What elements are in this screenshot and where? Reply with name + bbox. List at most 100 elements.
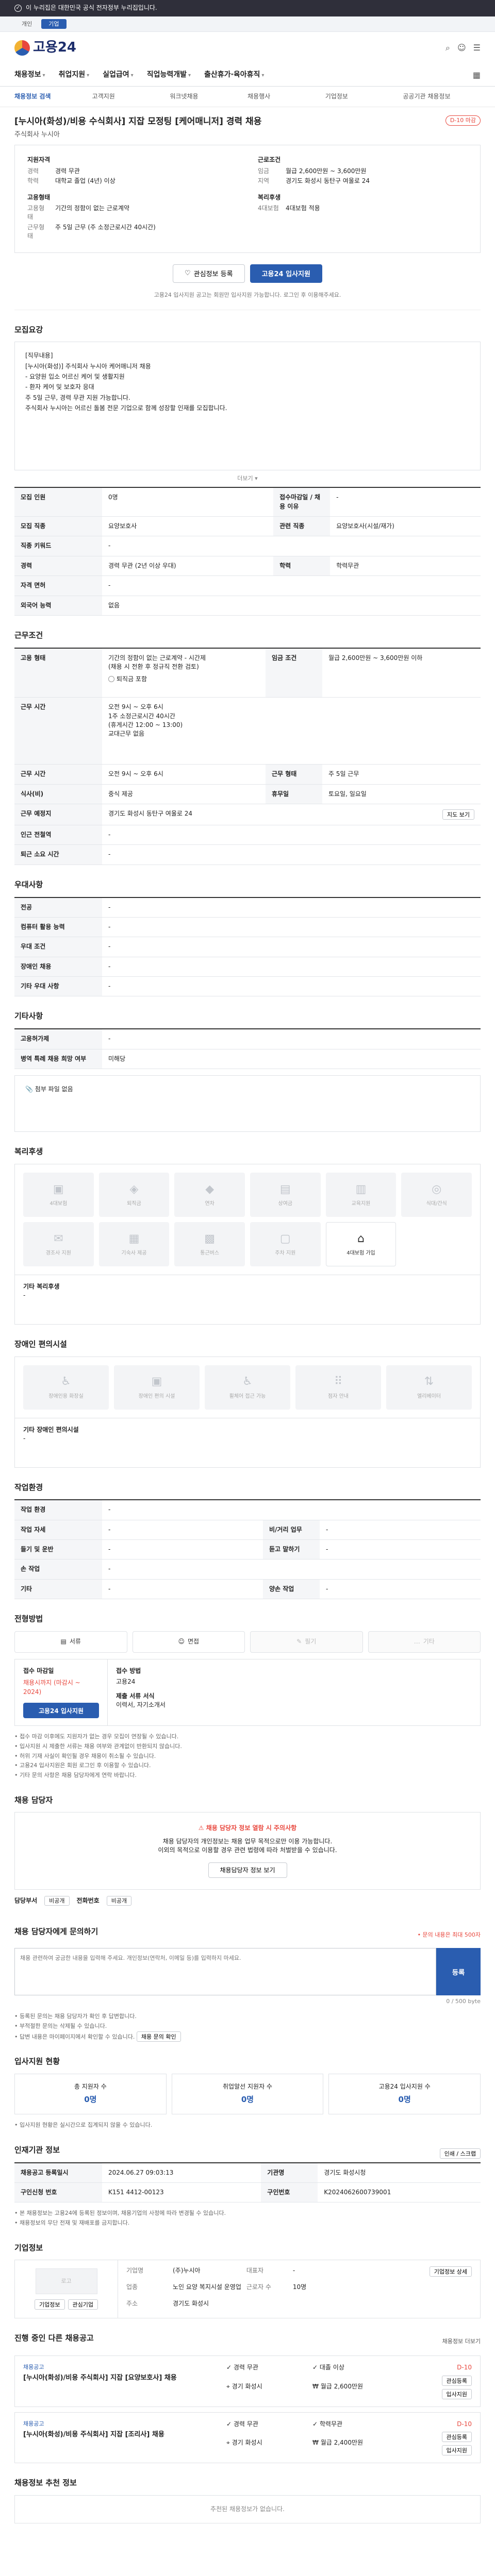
site-logo[interactable]: 고용24 [14, 38, 76, 58]
subnav-item[interactable]: 고객지원 [92, 92, 170, 101]
welfare-section: 복리후생 ▣ 4대보험 ◈ 퇴직금 ◆ 연차 ▤ 상여금 ▥ 교육지원 ◎ 식대/간식 ✉ 경… [14, 1132, 481, 1325]
more-link[interactable]: 더보기 ▾ [14, 470, 481, 487]
empty-state: 추천된 채용정보가 없습니다. [14, 2495, 481, 2524]
inquiry-check-button[interactable]: 채용 문의 확인 [136, 2031, 181, 2042]
extra-value: - [23, 1292, 26, 1299]
corp-detail-button[interactable]: 기업정보 상세 [429, 2266, 472, 2277]
nav-item-leave[interactable]: 출산휴가·육아휴직 ▾ [204, 70, 264, 80]
job-tag: 채용공고 [23, 2364, 44, 2371]
body-line: 주식회사 누시아는 어르신 돌봄 전문 기업으로 함께 성장할 인재를 모집합니… [25, 404, 227, 412]
map-button[interactable]: 지도 보기 [442, 809, 474, 820]
row-key: 작업 자세 [14, 1520, 102, 1540]
deadline-badge: D-10 마감 [445, 115, 481, 126]
apply-button-2[interactable]: 고용24 입사지원 [23, 1703, 99, 1719]
row-value: 없음 [102, 596, 481, 616]
job-interest-button[interactable]: 관심등록 [441, 2375, 472, 2386]
welfare-item: ▦ 기숙사 제공 [98, 1222, 170, 1266]
corp-logo-box: 로고 기업정보 관심기업 [15, 2260, 118, 2318]
row-value: - [102, 897, 481, 918]
summary-heading: 고용형태 [27, 193, 51, 201]
corp-info-button[interactable]: 기업정보 [35, 2299, 65, 2310]
flag-icon: ✓ [14, 5, 22, 12]
section-title: 작업환경 [14, 1482, 43, 1492]
segment-company[interactable]: 기업 [41, 19, 67, 29]
section-title: 모집요강 [14, 325, 43, 334]
job-apply-button[interactable]: 입사지원 [441, 2445, 472, 2455]
nav-item-training[interactable]: 직업능력개발 ▾ [147, 70, 191, 80]
job-card[interactable]: 채용공고 [누시아(화성)/비용 주식회사] 지잡 [조리사] 채용 ✓ 경력 … [14, 2412, 481, 2463]
bus-icon: ▩ [204, 1232, 216, 1245]
job-card[interactable]: 채용공고 [누시아(화성)/비용 주식회사] 지잡 [요양보호사] 채용 ✓ 경… [14, 2355, 481, 2407]
row-key: 양손 작업 [263, 1579, 320, 1600]
attachment-box: 📎 첨부 파일 없음 [14, 1075, 481, 1132]
document-icon: ▤ [60, 1638, 67, 1646]
job-title: [누시아(화성)/비용 수식회사] 지잡 모정팅 [케어매니저] 경력 채용 [14, 116, 262, 127]
welfare-item: ▥ 교육지원 [325, 1172, 397, 1217]
welfare-grid: ▣ 4대보험 ◈ 퇴직금 ◆ 연차 ▤ 상여금 ▥ 교육지원 ◎ 식대/간식 ✉ 경조사 지원… [14, 1163, 481, 1275]
summary-left: 지원자격 경력 경력 무관 학력 대학교 졸업 (4년) 이상 고용형태 고용형태 기… [27, 156, 237, 242]
job-attr: ₩ 월급 2,400만원 [312, 2439, 364, 2447]
view-contact-button[interactable]: 채용담당자 정보 보기 [208, 1862, 287, 1878]
segment-personal[interactable]: 개인 [14, 19, 39, 29]
menu-icon[interactable]: ☰ [473, 42, 481, 54]
job-card-title[interactable]: [누시아(화성)/비용 주식회사] 지잡 [요양보호사] 채용 [23, 2374, 218, 2383]
contact-section: 채용 담당자 ⚠ 채용 담당자 정보 열람 시 주의사항 채용 담당자의 개인정… [14, 1781, 481, 1912]
row-value: - [102, 575, 481, 596]
row-key: 컴퓨터 활용 능력 [14, 917, 102, 938]
section-title: 기타사항 [14, 1011, 43, 1021]
row-key: 장애인 채용 [14, 957, 102, 977]
inquiry-guide: • 문의 내용은 최대 500자 [417, 1931, 481, 1939]
subnav-item[interactable]: 워크넷채용 [170, 92, 248, 101]
insurance-note: 퇴직금 포함 [117, 675, 147, 683]
section-title: 기업정보 [14, 2243, 43, 2252]
row-key: 모집 인원 [14, 487, 102, 517]
corp-interest-button[interactable]: 관심기업 [68, 2299, 98, 2310]
nav-item-support[interactable]: 취업지원 ▾ [59, 70, 90, 80]
location-icon: ⌖ [226, 2439, 230, 2447]
dept-label: 담당부서 [14, 1896, 38, 1904]
job-card-title[interactable]: [누시아(화성)/비용 주식회사] 지잡 [조리사] 채용 [23, 2430, 218, 2440]
row-value: 주 5일 근무 [322, 764, 481, 785]
apply-button[interactable]: 고용24 입사지원 [250, 264, 322, 283]
row-value: - [102, 917, 481, 938]
job-attr: ⌖ 경기 화성시 [226, 2382, 262, 2390]
row-key: 인근 전철역 [14, 825, 102, 845]
nav-item-benefit[interactable]: 실업급여 ▾ [103, 70, 134, 80]
print-button[interactable]: 인쇄 / 스크랩 [439, 2148, 481, 2159]
checkbox-icon [108, 675, 114, 682]
grid-menu-icon[interactable]: ▦ [473, 69, 481, 81]
body-line: 주 5일 근무, 경력 무관 지원 가능합니다. [25, 394, 130, 401]
method-document: ▤ 서류 [14, 1631, 127, 1653]
job-tag: 채용공고 [23, 2420, 44, 2427]
nav-item-jobs[interactable]: 채용정보 ▾ [14, 70, 45, 80]
section-title: 전형방법 [14, 1614, 43, 1624]
row-value: 미해당 [102, 1049, 481, 1070]
subnav-item[interactable]: 공공기관 채용정보 [403, 92, 481, 101]
job-attr: ⌖ 경기 화성시 [226, 2439, 262, 2447]
search-icon[interactable]: ⌕ [446, 42, 450, 54]
welfare-extra: 기타 복리후생 - [14, 1275, 481, 1325]
subnav-item[interactable]: 채용행사 [248, 92, 325, 101]
chevron-down-icon: ▾ [255, 475, 258, 482]
row-value: - [102, 1579, 263, 1600]
inquiry-textarea[interactable] [14, 1948, 436, 1996]
dorm-icon: ▦ [128, 1232, 140, 1245]
nav-right: ▦ [473, 69, 481, 81]
subnav-item[interactable]: 기업정보 [325, 92, 403, 101]
note-item: • 입사지원 시 제출한 서류는 채용 여부와 관계없이 반환되지 않습니다. [14, 1742, 182, 1750]
row-key: 비/거리 업무 [263, 1520, 320, 1540]
job-interest-button[interactable]: 관심등록 [441, 2431, 472, 2442]
section-title: 채용정보 추천 정보 [14, 2478, 77, 2487]
inquiry-submit-button[interactable]: 등록 [436, 1948, 481, 1996]
body-line: - 요양원 입소 어르신 케어 및 생활지원 [25, 373, 125, 381]
extra-label: 기타 장애인 편의시설 [23, 1426, 79, 1433]
facility-item: ♿ 장애인용 화장실 [23, 1365, 109, 1410]
more-jobs-link[interactable]: 채용정보 더보기 [442, 2337, 481, 2346]
row-key: 기타 우대 사항 [14, 976, 102, 997]
job-apply-button[interactable]: 입사지원 [441, 2388, 472, 2399]
row-key: 듣고 말하기 [263, 1539, 320, 1560]
save-interest-button[interactable]: ♡ 관심정보 등록 [173, 264, 245, 283]
conditions-table: 고용 형태 기간의 정함이 없는 근로계약 - 시간제 (채용 시 전환 후 정… [14, 647, 481, 865]
user-icon[interactable]: ☺ [457, 42, 466, 54]
subnav-item[interactable]: 채용정보 검색 [14, 92, 92, 101]
